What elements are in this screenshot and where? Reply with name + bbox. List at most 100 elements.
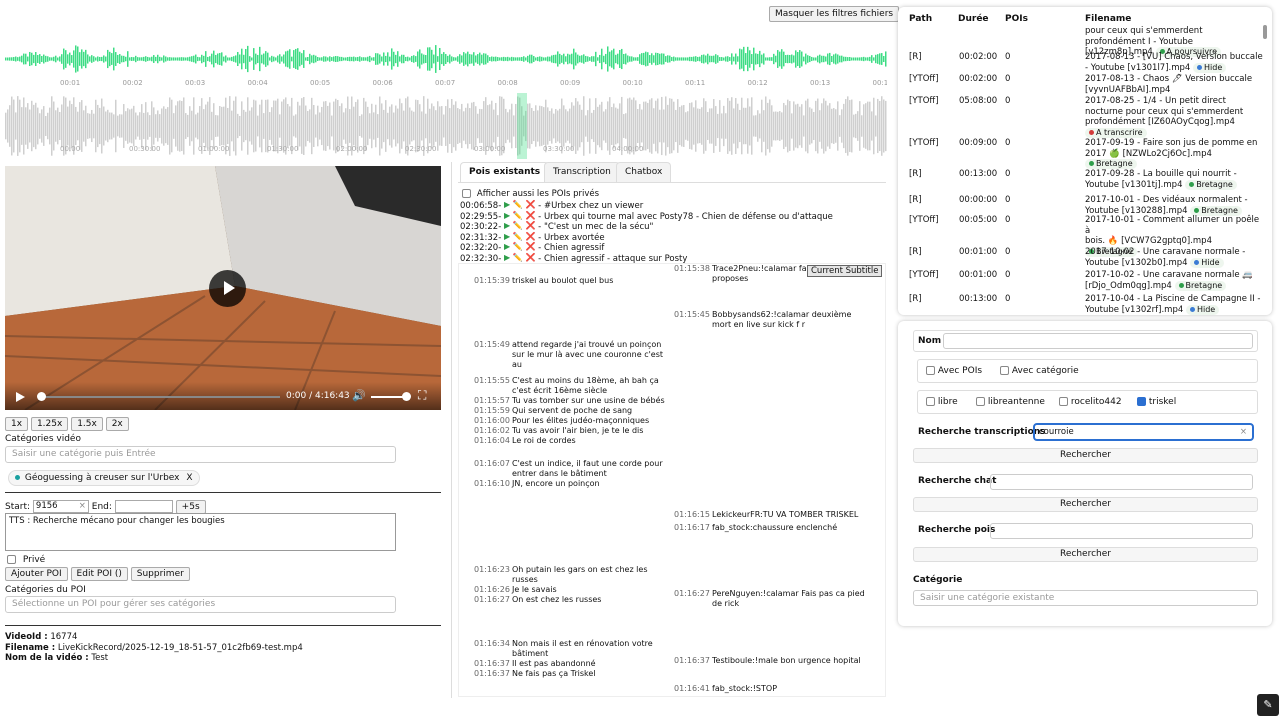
transcript-line[interactable]: bâtiment xyxy=(474,649,548,659)
transcript-line[interactable]: 01:16:04 Le roi de cordes xyxy=(474,436,576,446)
transcript-line[interactable]: 01:16:27 On est chez les russes xyxy=(474,595,601,605)
play-icon[interactable]: ▶ xyxy=(504,253,510,264)
edit-icon[interactable]: ✏️ xyxy=(513,211,523,222)
poi-item[interactable]: 02:32:20- ▶ ✏️ ❌ - Chien agressif xyxy=(460,242,833,253)
volume-handle[interactable] xyxy=(402,392,411,401)
transcript-line[interactable]: 01:16:00 Pour les élites judéo-maçonnique… xyxy=(474,416,649,426)
transcript-line[interactable]: au xyxy=(474,360,522,370)
video-player[interactable]: 0:00 / 4:16:43 🔊 ⛶ xyxy=(5,166,441,410)
tab-transcription[interactable]: Transcription xyxy=(544,162,620,182)
chat-message[interactable]: 01:16:17 fab_stock:chaussure enclenché xyxy=(674,523,837,533)
delete-icon[interactable]: ❌ xyxy=(526,221,536,232)
poi-item[interactable]: 02:32:30- ▶ ✏️ ❌ - Chien agressif - atta… xyxy=(460,253,833,264)
delete-icon[interactable]: ❌ xyxy=(526,211,536,222)
chat-message[interactable]: de rick xyxy=(674,599,739,609)
chat-message[interactable]: 01:16:37 Testiboule:!male bon urgence hop… xyxy=(674,656,861,666)
chip-remove-icon[interactable]: X xyxy=(186,473,192,483)
avec-categorie-checkbox[interactable] xyxy=(1000,366,1009,375)
chat-message[interactable]: 01:16:27 PereNguyen:!calamar Fais pas ca … xyxy=(674,589,865,599)
source-libre[interactable]: libre xyxy=(926,397,958,407)
current-subtitle-button[interactable]: Current Subtitle xyxy=(807,265,883,277)
start-input[interactable]: 9156 × xyxy=(32,500,89,513)
volume-icon[interactable]: 🔊 xyxy=(352,389,366,402)
delete-icon[interactable]: ❌ xyxy=(526,232,536,243)
delete-icon[interactable]: ❌ xyxy=(526,200,536,211)
video-category-input[interactable]: Saisir une catégorie puis Entrée xyxy=(5,446,396,463)
play-button[interactable] xyxy=(209,270,246,307)
pois-search-input[interactable] xyxy=(990,523,1253,539)
transcript-line[interactable]: 01:16:23 Oh putain les gars on est chez l… xyxy=(474,565,648,575)
delete-icon[interactable]: ❌ xyxy=(526,242,536,253)
source-rocelito442-checkbox[interactable] xyxy=(1059,397,1068,406)
plus-5s-button[interactable]: +5s xyxy=(175,500,206,514)
chat-message[interactable]: 01:16:15 LekickeurFR:TU VA TOMBER TRISKEL xyxy=(674,510,858,520)
fullscreen-icon[interactable]: ⛶ xyxy=(418,388,426,403)
avec-pois-checkbox[interactable] xyxy=(926,366,935,375)
transcript-line[interactable]: 01:16:34 Non mais il est en rénovation vo… xyxy=(474,639,653,649)
transcript-line[interactable]: 01:16:37 Il est pas abandonné xyxy=(474,659,596,669)
transcript-line[interactable]: 01:16:02 Tu vas avoir l'air bien, je te l… xyxy=(474,426,643,436)
play-icon[interactable]: ▶ xyxy=(504,211,510,222)
hide-file-filters-button[interactable]: Masquer les filtres fichiers xyxy=(769,6,900,22)
avec-pois-toggle[interactable]: Avec POIs xyxy=(926,366,982,376)
transcript-line[interactable]: 01:15:55 C'est au moins du 18ème, ah bah … xyxy=(474,376,659,386)
play-icon[interactable] xyxy=(16,392,25,402)
poi-item[interactable]: 02:31:32- ▶ ✏️ ❌ - Urbex avortée xyxy=(460,232,833,243)
transcript-chat-panel[interactable]: 01:15:39 triskel au boulot quel bus 01:15:… xyxy=(458,263,886,697)
play-icon[interactable]: ▶ xyxy=(504,242,510,253)
chat-message[interactable]: 01:16:41 fab_stock:!STOP xyxy=(674,684,777,694)
private-pois-checkbox[interactable] xyxy=(462,189,471,198)
chat-message[interactable]: proposes xyxy=(674,274,748,284)
chat-message[interactable]: 01:15:45 Bobbysands62:!calamar deuxième xyxy=(674,310,851,320)
source-triskel[interactable]: triskel xyxy=(1137,397,1176,407)
transcript-line[interactable]: 01:15:57 Tu vas tomber sur une usine de b… xyxy=(474,396,665,406)
seek-handle[interactable] xyxy=(37,392,46,401)
poi-text-area[interactable]: TTS : Recherche mécano pour changer les … xyxy=(5,513,396,551)
transcript-line[interactable]: 01:15:49 attend regarde j'ai trouvé un po… xyxy=(474,340,661,350)
source-libre-checkbox[interactable] xyxy=(926,397,935,406)
clear-start-icon[interactable]: × xyxy=(79,501,86,511)
transcript-search-button[interactable]: Rechercher xyxy=(913,448,1258,463)
avec-categorie-toggle[interactable]: Avec catégorie xyxy=(1000,366,1079,376)
poi-item[interactable]: 00:06:58- ▶ ✏️ ❌ - #Urbex chez un viewer xyxy=(460,200,833,211)
category-input[interactable]: Saisir une catégorie existante xyxy=(913,590,1258,606)
source-rocelito442[interactable]: rocelito442 xyxy=(1059,397,1122,407)
source-libreantenne-checkbox[interactable] xyxy=(976,397,985,406)
play-icon[interactable]: ▶ xyxy=(504,232,510,243)
play-icon[interactable]: ▶ xyxy=(504,221,510,232)
end-input[interactable] xyxy=(114,500,173,513)
tab-chatbox[interactable]: Chatbox xyxy=(616,162,672,182)
speed-2x[interactable]: 2x xyxy=(105,417,129,431)
edit-icon[interactable]: ✏️ xyxy=(513,232,523,243)
edit-poi-button[interactable]: Edit POI () xyxy=(70,567,128,581)
transcript-line[interactable]: russes xyxy=(474,575,538,585)
chat-search-input[interactable] xyxy=(990,474,1253,490)
seek-bar[interactable] xyxy=(40,396,280,398)
speed-1x[interactable]: 1x xyxy=(5,417,29,431)
edit-icon[interactable]: ✏️ xyxy=(513,242,523,253)
play-icon[interactable]: ▶ xyxy=(504,200,510,211)
private-checkbox[interactable] xyxy=(7,555,16,564)
transcript-line[interactable]: 01:15:59 Qui servent de poche de sang xyxy=(474,406,632,416)
transcript-line[interactable]: 01:16:37 Ne fais pas ça Triskel xyxy=(474,669,596,679)
edit-icon[interactable]: ✏️ xyxy=(513,253,523,264)
tab-pois[interactable]: Pois existants xyxy=(460,162,550,182)
waveform-overview[interactable]: 00:00 00:30:00 01:00:00 01:30:00 02:00:00 02:… xyxy=(5,93,887,159)
speed-1-25x[interactable]: 1.25x xyxy=(30,417,69,431)
chat-search-button[interactable]: Rechercher xyxy=(913,497,1258,512)
poi-item[interactable]: 02:30:22- ▶ ✏️ ❌ - "C'est un mec de la s… xyxy=(460,221,833,232)
speed-1-5x[interactable]: 1.5x xyxy=(71,417,103,431)
waveform-zoomed[interactable]: 00:01 00:02 00:03 00:04 00:05 00:06 00:07 00:08… xyxy=(5,27,887,91)
source-triskel-checkbox[interactable] xyxy=(1137,397,1146,406)
pois-search-button[interactable]: Rechercher xyxy=(913,547,1258,562)
edit-icon[interactable]: ✏️ xyxy=(513,221,523,232)
delete-icon[interactable]: ❌ xyxy=(526,253,536,264)
transcript-line[interactable]: 01:16:10 JN, encore un poinçon xyxy=(474,479,600,489)
transcript-line[interactable]: entrer dans le bâtiment xyxy=(474,469,607,479)
transcript-line[interactable]: 01:15:39 triskel au boulot quel bus xyxy=(474,276,613,286)
delete-poi-button[interactable]: Supprimer xyxy=(130,567,190,581)
clear-search-icon[interactable]: × xyxy=(1240,427,1247,437)
name-input[interactable] xyxy=(943,333,1253,349)
transcript-line[interactable]: sur le mur là avec une couronne c'est xyxy=(474,350,663,360)
poi-category-input[interactable]: Sélectionne un POI pour gérer ses catégo… xyxy=(5,596,396,613)
